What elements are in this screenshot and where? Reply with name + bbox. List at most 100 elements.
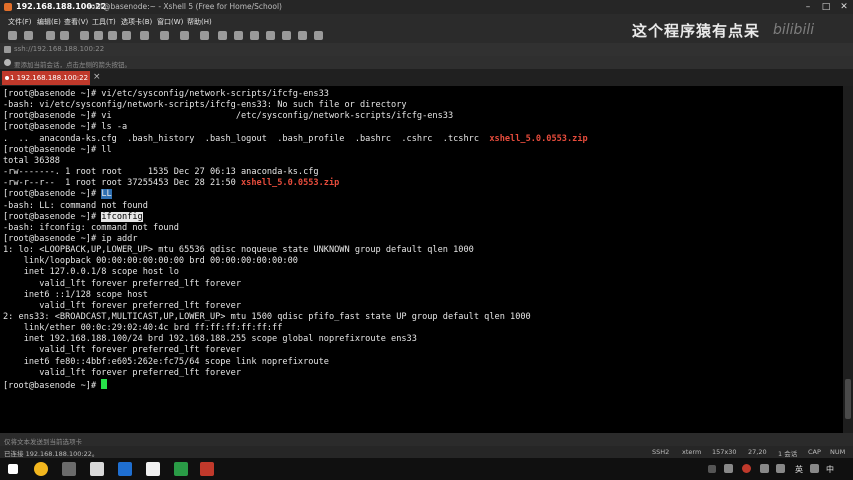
terminal-text: [root@basenode ~]# <box>3 380 102 391</box>
status-term: xterm <box>682 448 702 456</box>
properties-icon[interactable] <box>160 31 169 40</box>
chat-icon[interactable] <box>298 31 307 40</box>
terminal-selected-text: ifconfig <box>101 211 143 222</box>
xftp-icon[interactable] <box>218 31 227 40</box>
file-icon[interactable] <box>146 462 160 476</box>
title-bar: 192.168.188.100:22 root@basenode:~ - Xsh… <box>0 0 853 14</box>
tray-ime-settings-icon[interactable] <box>810 464 819 473</box>
terminal-line: total 36388 <box>3 156 60 167</box>
terminal-filename-highlight: xshell_5.0.0553.zip <box>489 133 588 144</box>
help-icon[interactable] <box>314 31 323 40</box>
reconnect-icon[interactable] <box>46 31 55 40</box>
globe-icon[interactable] <box>180 31 189 40</box>
tab-label: 1 192.168.188.100:22 <box>10 74 89 82</box>
tray-red-icon[interactable] <box>742 464 751 473</box>
tray-ime-english[interactable]: 英 <box>795 464 803 475</box>
terminal-line: . .. anaconda-ks.cfg .bash_history .bash… <box>3 134 588 145</box>
terminal-line: valid_lft forever preferred_lft forever <box>3 345 241 356</box>
lock-icon[interactable] <box>250 31 259 40</box>
terminal-line: 2: ens33: <BROADCAST,MULTICAST,UP,LOWER_… <box>3 312 531 323</box>
tray-expand-icon[interactable] <box>708 465 716 473</box>
terminal-text: 2: ens33: <BROADCAST,MULTICAST,UP,LOWER_… <box>3 312 531 322</box>
keyboard-icon[interactable] <box>266 31 275 40</box>
paste-icon[interactable] <box>94 31 103 40</box>
xshell-icon[interactable] <box>200 462 214 476</box>
menu-help[interactable]: 帮助(H) <box>187 17 212 27</box>
tab-session-1[interactable]: 1 192.168.188.100:22 <box>2 71 90 85</box>
windows-start-icon[interactable] <box>8 464 18 474</box>
menu-tabs[interactable]: 选项卡(B) <box>121 17 152 27</box>
tray-network-icon[interactable] <box>760 464 769 473</box>
tab-bar: 1 192.168.188.100:22 × <box>0 69 853 86</box>
terminal-line: link/ether 00:0c:29:02:40:4c brd ff:ff:f… <box>3 323 283 334</box>
app-green-icon[interactable] <box>174 462 188 476</box>
terminal-text: . .. anaconda-ks.cfg .bash_history .bash… <box>3 133 490 144</box>
terminal-text: [root@basenode ~]# vi /etc/sysconfig/net… <box>3 111 454 122</box>
terminal-text: inet 127.0.0.1/8 scope host lo <box>3 267 179 278</box>
arrow-icon[interactable] <box>4 59 11 66</box>
terminal-text: -rw-r--r-- 1 root root 37255453 Dec 28 2… <box>3 178 241 189</box>
watermark-text: 这个程序猿有点呆 <box>632 22 761 40</box>
find-icon[interactable] <box>108 31 117 40</box>
copy-icon[interactable] <box>80 31 89 40</box>
terminal-text: [root@basenode ~]# <box>3 211 102 222</box>
terminal-text: [root@basenode ~]# vi/etc/sysconfig/netw… <box>3 89 329 99</box>
menu-window[interactable]: 窗口(W) <box>157 17 183 27</box>
terminal-text: link/ether 00:0c:29:02:40:4c brd ff:ff:f… <box>3 323 283 334</box>
status-sessions: 1 会话 <box>778 450 798 458</box>
address-icon <box>4 46 11 53</box>
terminal-line: -bash: LL: command not found <box>3 201 148 212</box>
terminal-line: link/loopback 00:00:00:00:00:00 brd 00:0… <box>3 256 298 267</box>
xmanager-icon[interactable] <box>90 462 104 476</box>
address-input[interactable]: ssh://192.168.188.100:22 <box>14 45 104 53</box>
compose-placeholder: 仅将文本发送到当前选项卡 <box>4 438 82 446</box>
minimize-icon[interactable]: – <box>800 1 816 13</box>
terminal-text: [root@basenode ~]# ip addr <box>3 233 138 244</box>
terminal-scrollbar[interactable] <box>843 86 853 433</box>
terminal-line: [root@basenode ~]# ll <box>3 145 112 156</box>
open-folder-icon[interactable] <box>24 31 33 40</box>
close-icon[interactable]: ✕ <box>836 1 852 13</box>
window-subtitle: root@basenode:~ - Xshell 5 (Free for Hom… <box>88 2 282 11</box>
terminal-line: [root@basenode ~]# ip addr <box>3 234 138 245</box>
new-session-icon[interactable] <box>8 31 17 40</box>
terminal-app-icon[interactable] <box>62 462 76 476</box>
menu-file[interactable]: 文件(F) <box>8 17 32 27</box>
terminal-line: -bash: ifconfig: command not found <box>3 223 179 234</box>
tray-ime-chinese[interactable]: 中 <box>826 464 834 475</box>
compose-bar[interactable]: 仅将文本发送到当前选项卡 <box>0 433 853 446</box>
terminal-cursor <box>101 378 108 389</box>
tray-app-icon[interactable] <box>724 464 733 473</box>
tray-volume-icon[interactable] <box>776 464 785 473</box>
disconnect-icon[interactable] <box>60 31 69 40</box>
terminal-text: inet 192.168.188.100/24 brd 192.168.188.… <box>3 334 417 345</box>
terminal-text: [root@basenode ~]# <box>3 189 102 200</box>
zoom-icon[interactable] <box>122 31 131 40</box>
compose-icon[interactable] <box>234 31 243 40</box>
terminal-text: -rw-------. 1 root root 1535 Dec 27 06:1… <box>3 167 319 178</box>
terminal-line: [root@basenode ~]# ifconfig <box>3 211 143 223</box>
terminal-text: valid_lft forever preferred_lft forever <box>3 300 241 311</box>
maximize-icon[interactable]: □ <box>818 1 834 13</box>
terminal-line: [root@basenode ~]# vi /etc/sysconfig/net… <box>3 111 453 122</box>
pen-icon[interactable] <box>200 31 209 40</box>
menu-tools[interactable]: 工具(T) <box>92 17 116 27</box>
terminal-text: inet6 fe80::4bbf:e605:262e:fc75/64 scope… <box>3 356 329 367</box>
menu-edit[interactable]: 编辑(E) <box>37 17 61 27</box>
status-protocol: SSH2 <box>652 448 670 456</box>
scrollbar-thumb[interactable] <box>845 379 851 419</box>
terminal-output[interactable]: [root@basenode ~]# vi/etc/sysconfig/netw… <box>0 86 843 433</box>
terminal-line: inet6 fe80::4bbf:e605:262e:fc75/64 scope… <box>3 357 329 368</box>
terminal-text: -bash: LL: command not found <box>3 200 148 211</box>
terminal-line: inet6 ::1/128 scope host <box>3 290 148 301</box>
tab-close-icon[interactable]: × <box>93 72 101 82</box>
print-icon[interactable] <box>140 31 149 40</box>
chrome-icon[interactable] <box>34 462 48 476</box>
terminal-text: inet6 ::1/128 scope host <box>3 289 148 300</box>
fullscreen-icon[interactable] <box>282 31 291 40</box>
terminal-line: 1: lo: <LOOPBACK,UP,LOWER_UP> mtu 65536 … <box>3 245 474 256</box>
terminal-line: valid_lft forever preferred_lft forever <box>3 368 241 379</box>
monitor-icon[interactable] <box>118 462 132 476</box>
status-num: NUM <box>830 448 846 456</box>
menu-view[interactable]: 查看(V) <box>64 17 88 27</box>
